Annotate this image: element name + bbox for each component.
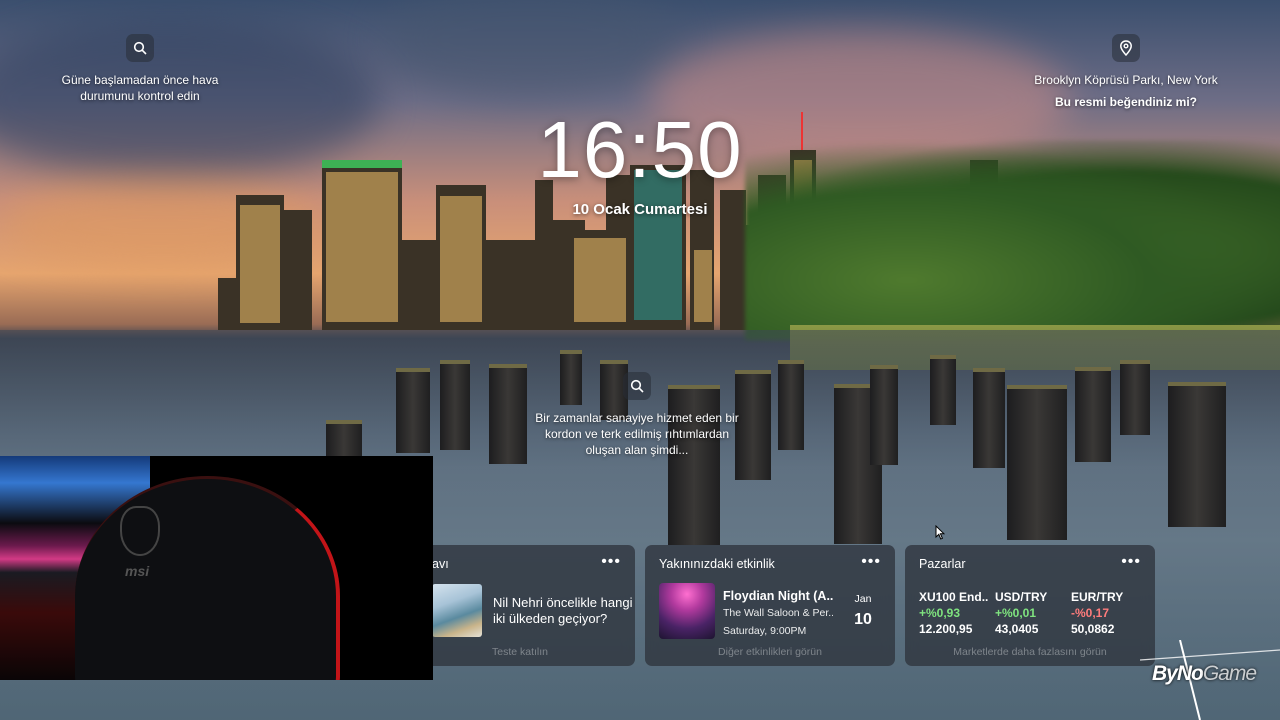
location-place: Brooklyn Köprüsü Parkı, New York — [1034, 73, 1218, 87]
watermark-brand-a: ByNo — [1152, 662, 1204, 685]
watermark-brand: ByNoGame — [1152, 662, 1257, 686]
wallpaper-piling — [396, 368, 430, 453]
market-item-eurtry[interactable]: EUR/TRY -%0,17 50,0862 — [1071, 589, 1141, 637]
market-value: 12.200,95 — [919, 622, 973, 636]
market-value: 50,0862 — [1071, 622, 1115, 636]
dragon-logo-icon — [120, 506, 160, 556]
market-item-usdtry[interactable]: USD/TRY +%0,01 43,0405 — [995, 589, 1065, 637]
markets-widget[interactable]: Pazarlar ••• XU100 End... +%0,93 12.200,… — [905, 545, 1155, 666]
watermark-brand-b: Game — [1202, 662, 1257, 685]
photo-info[interactable]: Bir zamanlar sanayiye hizmet eden bir ko… — [530, 372, 744, 458]
wallpaper-piling — [778, 360, 804, 450]
market-change: -%0,17 — [1071, 606, 1110, 620]
market-name: EUR/TRY — [1071, 590, 1124, 604]
market-value: 43,0405 — [995, 622, 1039, 636]
event-time: Saturday, 9:00PM — [723, 625, 807, 637]
market-change: +%0,01 — [995, 606, 1037, 620]
quiz-thumbnail — [432, 584, 482, 637]
wallpaper-piling — [1007, 385, 1067, 540]
events-widget-title: Yakınınızdaki etkinlik — [659, 557, 775, 571]
photo-info-text: Bir zamanlar sanayiye hizmet eden bir ko… — [535, 411, 739, 457]
event-day: 10 — [854, 611, 872, 628]
quiz-question[interactable]: Nil Nehri öncelikle hangi iki ülkeden ge… — [493, 595, 633, 627]
clock-time: 16:50 — [537, 105, 743, 194]
wallpaper-piling — [440, 360, 470, 450]
wallpaper-piling — [930, 355, 956, 425]
market-change: +%0,93 — [919, 606, 961, 620]
more-options-icon[interactable]: ••• — [601, 553, 621, 571]
wallpaper-piling — [973, 368, 1005, 468]
event-month: Jan — [854, 593, 872, 605]
more-options-icon[interactable]: ••• — [861, 553, 881, 571]
event-thumbnail — [659, 583, 715, 639]
wallpaper-piling — [870, 365, 898, 465]
channel-watermark: ByNoGame — [1140, 640, 1280, 720]
more-options-icon[interactable]: ••• — [1121, 553, 1141, 571]
events-footer-link[interactable]: Diğer etkinlikleri görün — [645, 646, 895, 658]
market-name: USD/TRY — [995, 590, 1048, 604]
market-name: XU100 End... — [919, 590, 989, 604]
location-info[interactable]: Brooklyn Köprüsü Parkı, New York Bu resm… — [1020, 34, 1232, 110]
wallpaper-piling — [489, 364, 527, 464]
market-item-xu100[interactable]: XU100 End... +%0,93 12.200,95 — [919, 589, 989, 637]
wallpaper-piling — [1168, 382, 1226, 527]
chair-brand-mark: msi — [125, 563, 150, 579]
location-pin-icon[interactable] — [1112, 34, 1140, 62]
wallpaper-piling — [1075, 367, 1111, 462]
event-title[interactable]: Floydian Night (A... — [723, 589, 833, 603]
weather-hint[interactable]: Güne başlamadan önce hava durumunu kontr… — [20, 34, 260, 104]
wallpaper-piling — [1120, 360, 1150, 435]
webcam-overlay: msi — [0, 456, 433, 680]
search-icon[interactable] — [126, 34, 154, 62]
clock-date: 10 Ocak Cumartesi — [572, 201, 708, 218]
markets-footer-link[interactable]: Marketlerde daha fazlasını görün — [905, 646, 1155, 658]
wallpaper-piling — [326, 420, 362, 460]
like-image-prompt[interactable]: Bu resmi beğendiniz mi? — [1020, 94, 1232, 110]
search-icon[interactable] — [623, 372, 651, 400]
lockscreen-clock: 16:50 10 Ocak Cumartesi — [440, 100, 840, 218]
mouse-cursor-icon — [935, 525, 945, 540]
events-widget[interactable]: Yakınınızdaki etkinlik ••• Floydian Nigh… — [645, 545, 895, 666]
weather-hint-text: Güne başlamadan önce hava durumunu kontr… — [61, 73, 219, 103]
event-venue: The Wall Saloon & Per... — [723, 607, 833, 619]
markets-widget-title: Pazarlar — [919, 557, 966, 571]
